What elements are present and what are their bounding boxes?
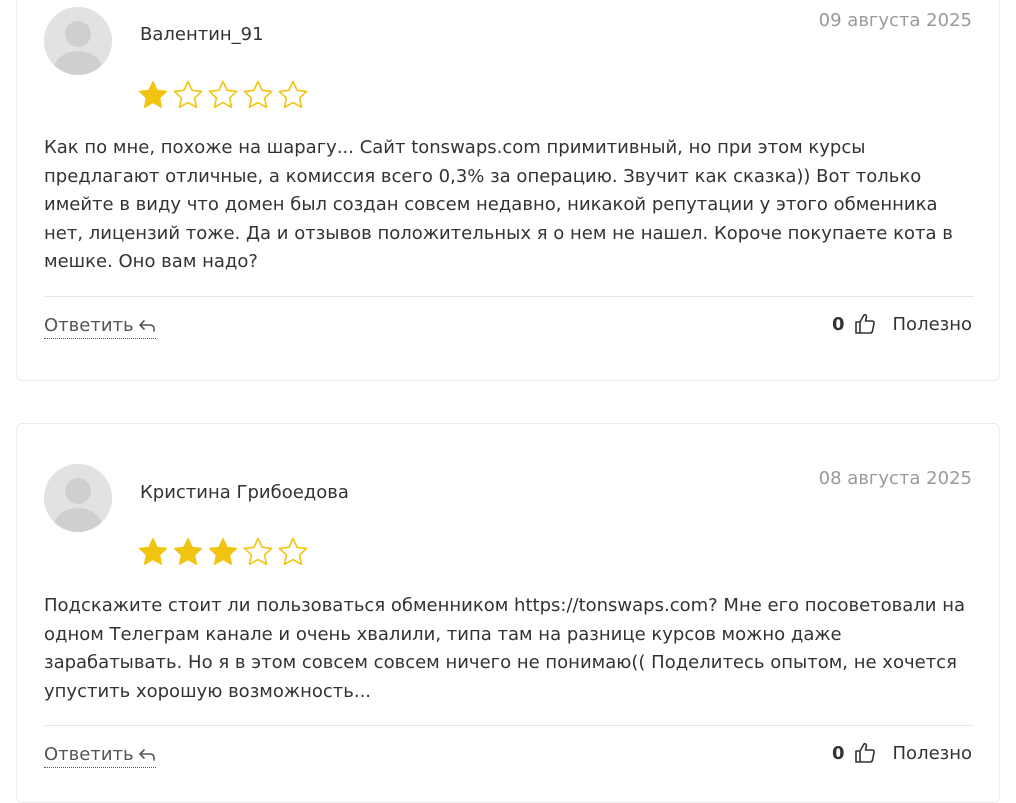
- helpful-button[interactable]: Полезно: [893, 314, 972, 335]
- star-empty-icon: [208, 80, 238, 109]
- likes-count: 0: [831, 742, 845, 764]
- reply-button[interactable]: Ответить: [44, 744, 156, 768]
- star-filled-icon: [208, 537, 238, 565]
- reply-arrow-icon: [138, 748, 155, 761]
- star-filled-icon: [173, 537, 203, 565]
- review-author: Валентин_91: [140, 24, 264, 45]
- rating-stars: [137, 79, 309, 111]
- divider: [44, 725, 974, 726]
- star-empty-icon: [243, 537, 273, 566]
- reply-label: Ответить: [44, 315, 134, 336]
- reply-label: Ответить: [44, 744, 134, 765]
- user-silhouette-icon: [44, 464, 112, 532]
- star-empty-icon: [173, 80, 203, 109]
- review-card: Валентин_91 09 августа 2025 Как по мне, …: [16, 0, 1000, 381]
- reply-button[interactable]: Ответить: [44, 315, 156, 339]
- helpful-button[interactable]: Полезно: [893, 743, 972, 764]
- reply-arrow-icon: [138, 319, 155, 332]
- star-empty-icon: [243, 80, 273, 109]
- helpful-block: 0 Полезно: [832, 312, 972, 336]
- star-empty-icon: [278, 537, 308, 566]
- review-author: Кристина Грибоедова: [140, 482, 349, 503]
- review-text: Как по мне, похоже на шарагу... Сайт ton…: [44, 137, 953, 272]
- star-filled-icon: [138, 80, 168, 108]
- thumbs-up-icon[interactable]: [853, 312, 877, 336]
- rating-stars: [137, 536, 309, 568]
- star-filled-icon: [138, 537, 168, 565]
- avatar: [44, 7, 112, 75]
- helpful-block: 0 Полезно: [832, 741, 972, 765]
- review-card: Кристина Грибоедова 08 августа 2025 Подс…: [16, 423, 1000, 803]
- thumbs-up-icon[interactable]: [853, 741, 877, 765]
- likes-count: 0: [831, 313, 845, 335]
- star-empty-icon: [278, 80, 308, 109]
- avatar: [44, 464, 112, 532]
- divider: [44, 296, 974, 297]
- review-date: 08 августа 2025: [818, 468, 972, 489]
- review-date: 09 августа 2025: [818, 10, 972, 31]
- review-text: Подскажите стоит ли пользоваться обменни…: [44, 595, 966, 702]
- user-silhouette-icon: [44, 7, 112, 75]
